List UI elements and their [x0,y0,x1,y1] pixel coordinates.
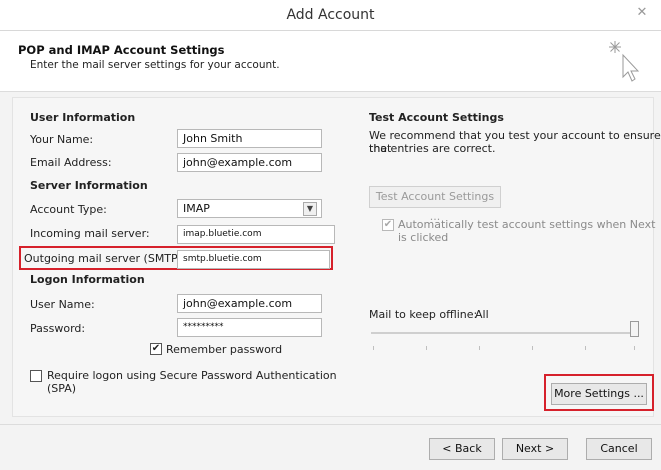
offline-slider-thumb[interactable] [630,321,639,337]
spa-checkbox[interactable] [30,370,42,382]
email-address-label: Email Address: [30,156,112,169]
slider-tick [479,346,480,350]
auto-test-label: Automatically test account settings when… [398,218,656,231]
slider-tick [634,346,635,350]
header-title: POP and IMAP Account Settings [18,43,225,57]
remember-password-label: Remember password [166,343,283,356]
logon-info-heading: Logon Information [30,273,145,286]
cursor-sparkle-icon [609,41,640,82]
more-settings-button[interactable]: More Settings ... [551,383,647,405]
cancel-button[interactable]: Cancel [586,438,652,460]
offline-value: All [475,308,489,321]
title-bar: Add Account ✕ [0,0,661,31]
slider-tick [426,346,427,350]
test-account-settings-button[interactable]: Test Account Settings ... [369,186,501,223]
close-icon[interactable]: ✕ [631,4,653,22]
test-settings-description-continued: the entries are correct. [369,142,496,155]
spa-label-continued: (SPA) [47,382,77,395]
header-subtitle: Enter the mail server settings for your … [30,59,280,71]
user-name-field[interactable]: john@example.com [177,294,322,313]
spa-label: Require logon using Secure Password Auth… [47,369,337,382]
outgoing-server-label: Outgoing mail server (SMTP): [24,252,186,265]
test-settings-heading: Test Account Settings [369,111,504,124]
your-name-label: Your Name: [30,133,94,146]
user-name-label: User Name: [30,298,95,311]
your-name-field[interactable]: John Smith [177,129,322,148]
incoming-server-field[interactable]: imap.bluetie.com [177,225,335,244]
incoming-server-label: Incoming mail server: [30,227,150,240]
dialog-header: POP and IMAP Account Settings Enter the … [0,31,661,92]
account-type-value: IMAP [183,202,210,215]
auto-test-label-continued: is clicked [398,231,449,244]
server-info-heading: Server Information [30,179,148,192]
back-button[interactable]: < Back [429,438,495,460]
remember-password-checkbox[interactable]: ✔ [150,343,162,355]
password-label: Password: [30,322,86,335]
account-type-label: Account Type: [30,203,107,216]
outgoing-server-field[interactable]: smtp.bluetie.com [177,250,330,269]
password-field[interactable]: ********* [177,318,322,337]
window-title: Add Account [286,7,375,23]
slider-tick [532,346,533,350]
footer-divider [0,424,661,425]
next-button[interactable]: Next > [502,438,568,460]
slider-tick [373,346,374,350]
email-address-field[interactable]: john@example.com [177,153,322,172]
chevron-down-icon[interactable]: ▼ [303,202,317,216]
offline-label: Mail to keep offline: [369,308,478,321]
user-info-heading: User Information [30,111,136,124]
auto-test-checkbox[interactable]: ✔ [382,219,394,231]
account-type-select[interactable]: IMAP ▼ [177,199,322,218]
offline-slider-track[interactable] [371,332,637,334]
slider-tick [585,346,586,350]
